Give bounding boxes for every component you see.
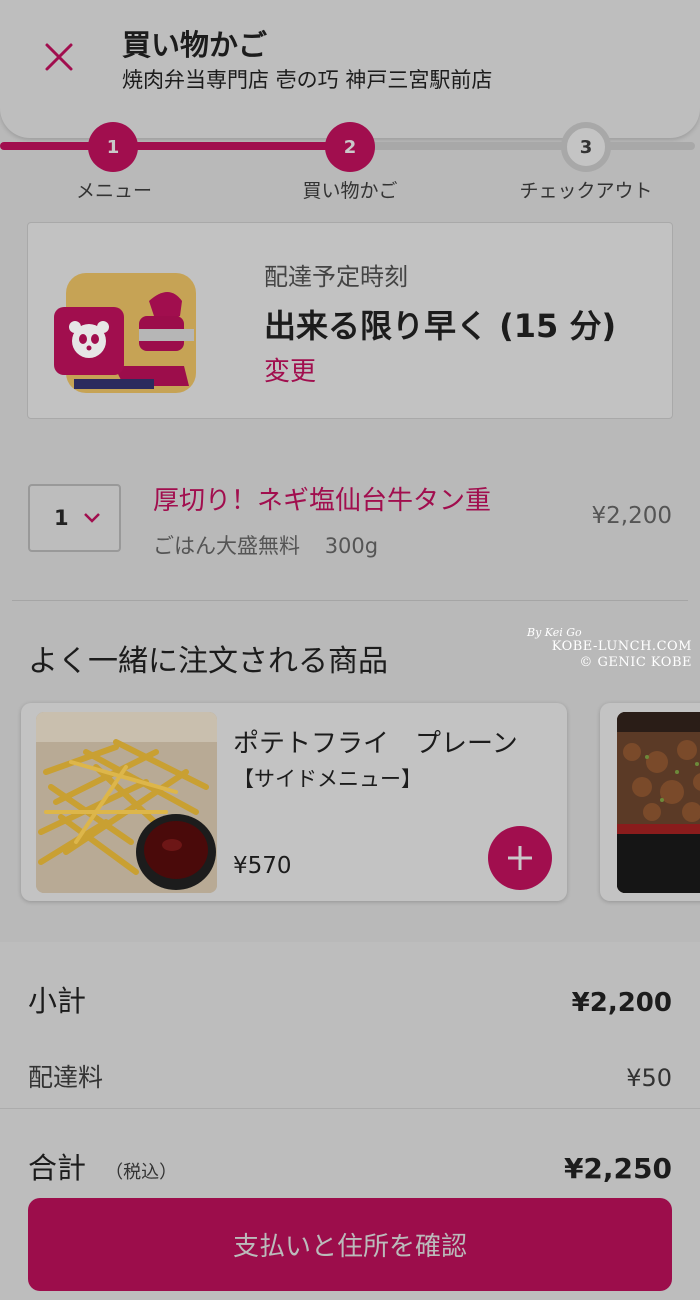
- step-1-circle: 1: [88, 122, 138, 172]
- tax-included-note: （税込）: [105, 1162, 178, 1183]
- recommendation-card[interactable]: ポテトフライ プレーン 【サイドメニュー】 ¥570: [21, 703, 567, 901]
- step-3-label: チェックアウト: [519, 180, 653, 202]
- delivery-label: 配達予定時刻: [264, 263, 408, 291]
- add-to-cart-button[interactable]: [488, 826, 552, 890]
- recommendations-title: よく一緒に注文される商品: [28, 644, 388, 679]
- step-remaining-line: [350, 142, 695, 150]
- recommendation-category: 【サイドメニュー】: [233, 767, 422, 791]
- recommendation-price: ¥570: [233, 853, 292, 879]
- quantity-value: 1: [54, 506, 69, 530]
- step-3-circle: 3: [561, 122, 611, 172]
- delivery-fee-value: ¥50: [626, 1064, 672, 1092]
- quantity-select[interactable]: 1: [28, 484, 121, 552]
- plus-icon: [508, 846, 532, 870]
- total-label: 合計: [28, 1151, 87, 1185]
- chevron-down-icon: [83, 513, 100, 523]
- confirm-payment-button[interactable]: 支払いと住所を確認: [28, 1198, 672, 1291]
- checkout-stepper: 1 2 3 メニュー 買い物かご チェックアウト: [0, 118, 700, 210]
- watermark-site: KOBE-LUNCH.COM: [551, 639, 692, 654]
- divider: [0, 1108, 700, 1109]
- subtotal-label: 小計: [28, 984, 87, 1018]
- total-value: ¥2,250: [563, 1152, 672, 1185]
- delivery-fee-label: 配達料: [28, 1063, 104, 1092]
- total-row: 合計 （税込） ¥2,250: [28, 1145, 672, 1187]
- delivery-fee-row: 配達料 ¥50: [28, 1058, 672, 1094]
- step-progress-line: [0, 142, 350, 150]
- divider: [12, 600, 688, 601]
- page-title: 買い物かご: [122, 28, 268, 62]
- close-icon: [45, 43, 73, 71]
- cart-item-name[interactable]: 厚切り！ネギ塩仙台牛タン重: [153, 480, 491, 517]
- subtotal-row: 小計 ¥2,200: [28, 978, 672, 1020]
- restaurant-name: 焼肉弁当専門店 壱の巧 神戸三宮駅前店: [122, 68, 493, 92]
- step-2-circle: 2: [325, 122, 375, 172]
- close-button[interactable]: [38, 36, 80, 78]
- delivery-rider-icon: [54, 273, 196, 393]
- cart-item-price: ¥2,200: [591, 503, 672, 529]
- watermark: By Kei Go KOBE-LUNCH.COM © GENIC KOBE: [527, 626, 692, 671]
- watermark-signature: By Kei Go: [527, 626, 582, 639]
- cart-item-option: ごはん大盛無料: [153, 534, 300, 558]
- change-delivery-link[interactable]: 変更: [264, 351, 316, 388]
- bento-image: [617, 712, 700, 893]
- cart-item-options: ごはん大盛無料 300g: [153, 530, 378, 560]
- step-2-label: 買い物かご: [302, 180, 398, 202]
- cart-item-weight: 300g: [324, 534, 379, 558]
- step-1-label: メニュー: [75, 180, 153, 202]
- fries-image: [36, 712, 217, 893]
- recommendation-card[interactable]: [600, 703, 700, 901]
- delivery-time-card: 配達予定時刻 出来る限り早く (15 分) 変更: [27, 222, 673, 419]
- subtotal-value: ¥2,200: [571, 988, 672, 1018]
- delivery-time: 出来る限り早く (15 分): [264, 307, 617, 345]
- recommendation-name: ポテトフライ プレーン: [233, 729, 518, 759]
- watermark-copyright: © GENIC KOBE: [579, 655, 692, 670]
